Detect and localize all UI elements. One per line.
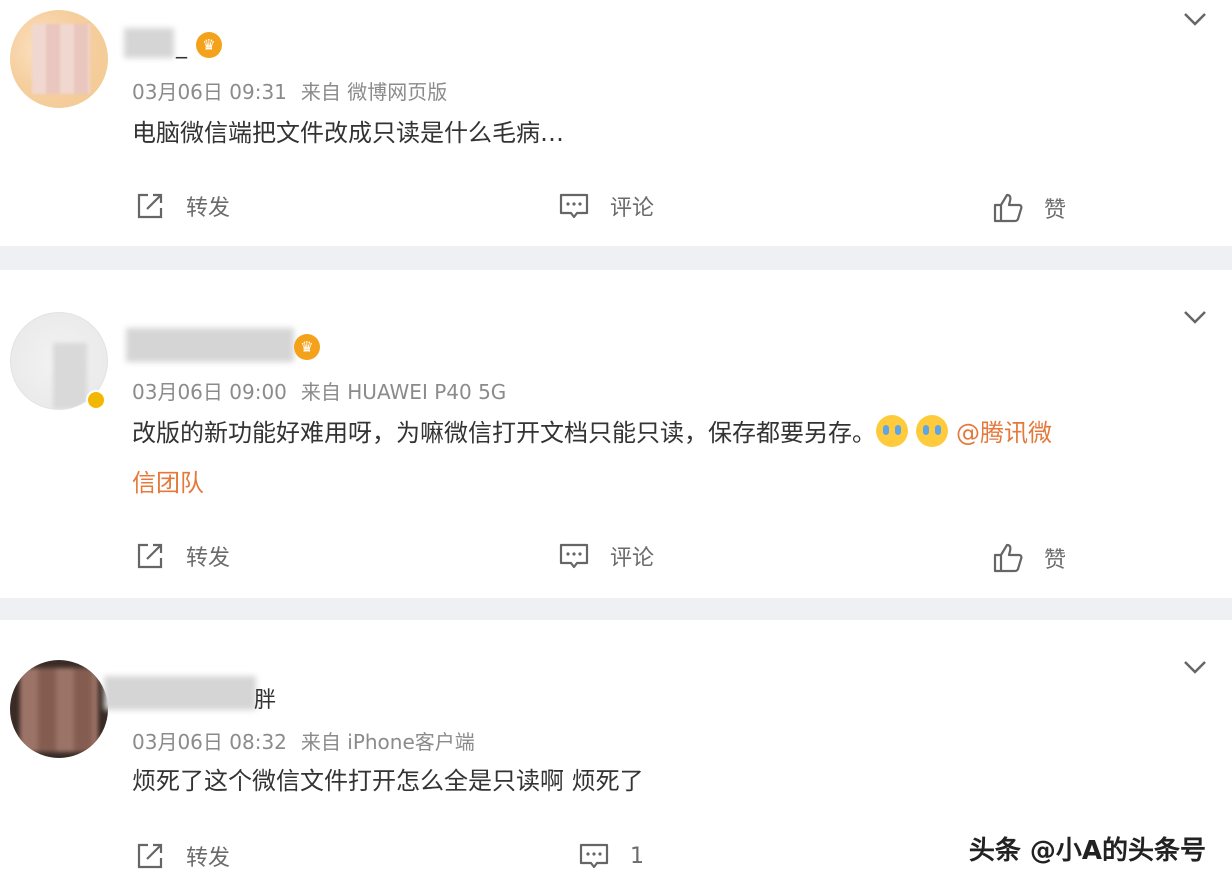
post-date: 03月06日 09:31 <box>132 80 287 104</box>
chevron-down-icon[interactable] <box>1182 6 1208 32</box>
comment-label: 评论 <box>610 196 655 221</box>
comment-button[interactable]: 1 <box>578 840 644 872</box>
comment-button[interactable]: 评论 <box>558 190 654 222</box>
like-button[interactable]: 赞 <box>992 542 1066 574</box>
post-source: 来自 微博网页版 <box>300 80 448 104</box>
username-redacted[interactable] <box>124 28 174 58</box>
avatar[interactable] <box>10 10 108 108</box>
forward-icon <box>137 193 163 219</box>
like-label: 赞 <box>1044 548 1067 573</box>
post-meta: 03月06日 08:32 来自 iPhone客户端 <box>132 726 475 755</box>
like-label: 赞 <box>1044 198 1067 223</box>
username-redacted[interactable] <box>104 676 256 710</box>
crown-badge-icon: ♛ <box>294 334 320 360</box>
chevron-down-icon[interactable] <box>1182 654 1208 680</box>
forward-icon <box>137 843 163 869</box>
thumbs-up-icon <box>993 543 1023 573</box>
like-button[interactable]: 赞 <box>992 192 1066 224</box>
post-content: 改版的新功能好难用呀，为嘛微信打开文档只能只读，保存都要另存。 @腾讯微信团队 <box>132 408 1202 508</box>
thumbs-up-icon <box>993 193 1023 223</box>
mention-link-continued[interactable]: 信团队 <box>132 469 204 497</box>
comment-label: 评论 <box>610 546 655 571</box>
chevron-down-icon[interactable] <box>1182 304 1208 330</box>
comment-icon <box>559 543 589 569</box>
forward-button[interactable]: 转发 <box>134 190 230 222</box>
comment-count: 1 <box>630 843 644 869</box>
username-tail: _ <box>176 34 187 59</box>
comment-icon <box>559 193 589 219</box>
post-card: _ ♛ 03月06日 09:31 来自 微博网页版 电脑微信端把文件改成只读是什么… <box>0 0 1232 246</box>
forward-button[interactable]: 转发 <box>134 540 230 572</box>
forward-icon <box>137 543 163 569</box>
verified-badge-icon <box>86 390 106 410</box>
post-content: 电脑微信端把文件改成只读是什么毛病… <box>132 119 564 147</box>
post-date: 03月06日 09:00 <box>132 380 287 404</box>
forward-label: 转发 <box>186 546 231 571</box>
post-meta: 03月06日 09:31 来自 微博网页版 <box>132 76 447 105</box>
post-card: ♛ 03月06日 09:00 来自 HUAWEI P40 5G 改版的新功能好难用… <box>0 270 1232 598</box>
post-date: 03月06日 08:32 <box>132 730 287 754</box>
post-text: 改版的新功能好难用呀，为嘛微信打开文档只能只读，保存都要另存。 <box>132 419 876 447</box>
forward-button[interactable]: 转发 <box>134 840 230 872</box>
comment-button[interactable]: 评论 <box>558 540 654 572</box>
crown-badge-icon: ♛ <box>196 32 222 58</box>
forward-label: 转发 <box>186 846 231 871</box>
comment-icon <box>579 843 609 869</box>
watermark: 头条 @小A的头条号 <box>968 836 1206 866</box>
crying-emoji-icon <box>876 415 908 447</box>
post-content: 烦死了这个微信文件打开怎么全是只读啊 烦死了 <box>132 767 644 795</box>
crying-emoji-icon <box>916 415 948 447</box>
post-meta: 03月06日 09:00 来自 HUAWEI P40 5G <box>132 376 506 405</box>
username-redacted[interactable] <box>126 328 294 362</box>
post-source: 来自 iPhone客户端 <box>300 730 475 754</box>
avatar[interactable] <box>10 660 108 758</box>
forward-label: 转发 <box>186 196 231 221</box>
username-tail: 胖 <box>254 688 277 713</box>
post-source: 来自 HUAWEI P40 5G <box>300 380 507 404</box>
mention-link[interactable]: @腾讯微 <box>956 419 1052 447</box>
